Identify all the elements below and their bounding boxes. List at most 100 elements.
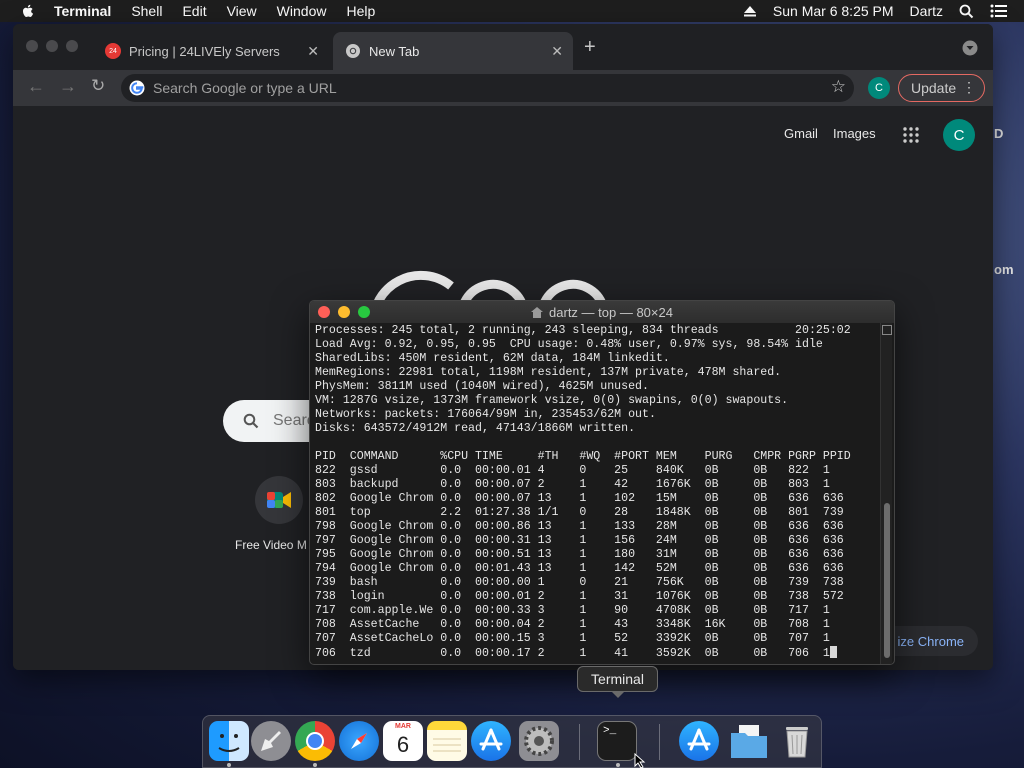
- terminal-line: 717 com.apple.We 0.0 00:00.33 3 1 90 470…: [315, 604, 830, 617]
- browser-toolbar: ← → ↻ Search Google or type a URL ☆ C Up…: [13, 70, 993, 106]
- tab-close-icon[interactable]: ✕: [551, 43, 563, 60]
- chrome-app-icon[interactable]: [295, 721, 335, 761]
- spotlight-search-icon[interactable]: [959, 4, 974, 19]
- terminal-line: 798 Google Chrom 0.0 00:00.86 13 1 133 2…: [315, 520, 844, 533]
- chrome-favicon-icon: [346, 44, 360, 58]
- menu-app-name[interactable]: Terminal: [54, 3, 111, 19]
- control-center-icon[interactable]: [990, 4, 1008, 18]
- scroll-up-icon[interactable]: [882, 325, 892, 335]
- dock: MAR 6 >_: [202, 715, 822, 768]
- menubar-datetime[interactable]: Sun Mar 6 8:25 PM: [773, 3, 894, 19]
- terminal-scrollbar[interactable]: [880, 323, 892, 664]
- terminal-app-icon[interactable]: >_: [597, 721, 637, 761]
- scrollbar-thumb[interactable]: [884, 503, 890, 658]
- omnibox[interactable]: Search Google or type a URL ☆: [121, 74, 854, 102]
- safari-icon[interactable]: [339, 721, 379, 761]
- apps-grid-icon[interactable]: [903, 127, 919, 143]
- back-arrow-icon[interactable]: ←: [27, 76, 45, 97]
- shortcut-label: Free Video M: [235, 538, 307, 552]
- calendar-day: 6: [396, 732, 410, 757]
- tab-search-chevron-icon[interactable]: [962, 40, 978, 56]
- dock-separator: [659, 724, 660, 760]
- google-meet-icon: [267, 492, 291, 508]
- menu-edit[interactable]: Edit: [182, 3, 206, 19]
- tab-title: Pricing | 24LIVEly Servers: [129, 43, 280, 59]
- terminal-line: SharedLibs: 450M resident, 62M data, 184…: [315, 352, 670, 365]
- calendar-icon[interactable]: MAR 6: [383, 721, 423, 761]
- terminal-close-button[interactable]: [318, 306, 330, 318]
- documents-folder-icon[interactable]: [729, 721, 769, 761]
- tab-pricing[interactable]: 24 Pricing | 24LIVEly Servers ✕: [93, 32, 329, 70]
- terminal-line: 803 backupd 0.0 00:00.07 2 1 42 1676K 0B…: [315, 478, 830, 491]
- finder-running-dot: [227, 763, 231, 767]
- update-label: Update: [911, 80, 957, 96]
- forward-arrow-icon[interactable]: →: [59, 76, 77, 97]
- terminal-line: VM: 1287G vsize, 1373M framework vsize, …: [315, 394, 789, 407]
- menu-shell[interactable]: Shell: [131, 3, 162, 19]
- terminal-line: 708 AssetCache 0.0 00:00.04 2 1 43 3348K…: [315, 618, 830, 631]
- calendar-month: MAR: [395, 723, 411, 730]
- tab-new-tab[interactable]: New Tab ✕: [333, 32, 573, 70]
- menubar-user[interactable]: Dartz: [910, 3, 943, 19]
- terminal-line: 795 Google Chrom 0.0 00:00.51 13 1 180 3…: [315, 548, 844, 561]
- terminal-line: 797 Google Chrom 0.0 00:00.31 13 1 156 2…: [315, 534, 844, 547]
- terminal-line: 802 Google Chrom 0.0 00:00.07 13 1 102 1…: [315, 492, 844, 505]
- finder-icon[interactable]: [209, 721, 249, 761]
- reload-icon[interactable]: ↻: [91, 76, 105, 96]
- terminal-window: dartz — top — 80×24 Processes: 245 total…: [309, 300, 895, 665]
- window-close-button[interactable]: [26, 40, 38, 52]
- apple-icon[interactable]: [20, 3, 36, 19]
- omnibox-placeholder: Search Google or type a URL: [153, 80, 337, 96]
- shortcut-tile[interactable]: [255, 476, 303, 524]
- dock-tooltip-label: Terminal: [591, 671, 644, 687]
- menu-help[interactable]: Help: [346, 3, 375, 19]
- terminal-minimize-button[interactable]: [338, 306, 350, 318]
- search-icon: [243, 413, 259, 429]
- terminal-line: 738 login 0.0 00:00.01 2 1 31 1076K 0B 0…: [315, 590, 844, 603]
- notes-icon[interactable]: [427, 721, 467, 761]
- terminal-title: dartz — top — 80×24: [549, 304, 673, 320]
- window-zoom-button[interactable]: [66, 40, 78, 52]
- terminal-line: Load Avg: 0.92, 0.95, 0.95 CPU usage: 0.…: [315, 338, 823, 351]
- menu-view[interactable]: View: [227, 3, 257, 19]
- terminal-line: 822 gssd 0.0 00:00.01 4 0 25 840K 0B 0B …: [315, 464, 830, 477]
- trash-icon[interactable]: [777, 721, 817, 761]
- terminal-cursor: [829, 646, 837, 658]
- window-minimize-button[interactable]: [46, 40, 58, 52]
- gmail-link[interactable]: Gmail: [784, 126, 818, 141]
- more-menu-icon[interactable]: ⋮: [962, 79, 976, 96]
- terminal-title-bar[interactable]: dartz — top — 80×24: [310, 301, 894, 323]
- bookmark-star-icon[interactable]: ☆: [831, 77, 846, 97]
- account-avatar[interactable]: C: [943, 119, 975, 151]
- terminal-zoom-button[interactable]: [358, 306, 370, 318]
- menu-window[interactable]: Window: [277, 3, 327, 19]
- system-preferences-icon[interactable]: [519, 721, 559, 761]
- dock-separator: [579, 724, 580, 760]
- terminal-line: 707 AssetCacheLo 0.0 00:00.15 3 1 52 339…: [315, 632, 830, 645]
- terminal-line: 739 bash 0.0 00:00.00 1 0 21 756K 0B 0B …: [315, 576, 844, 589]
- terminal-line: Disks: 643572/4912M read, 47143/1866M wr…: [315, 422, 636, 435]
- terminal-line: MemRegions: 22981 total, 1198M resident,…: [315, 366, 782, 379]
- profile-avatar[interactable]: C: [868, 77, 890, 99]
- dock-tooltip: Terminal: [577, 666, 658, 698]
- google-g-icon: [129, 80, 145, 96]
- terminal-running-dot: [616, 763, 620, 767]
- terminal-output[interactable]: Processes: 245 total, 2 running, 243 sle…: [315, 324, 878, 664]
- terminal-line: 706 tzd 0.0 00:00.17 2 1 41 3592K 0B 0B …: [315, 646, 878, 661]
- mouse-pointer-icon: [634, 753, 646, 768]
- applications-folder-icon[interactable]: [679, 721, 719, 761]
- menu-bar: Terminal Shell Edit View Window Help Sun…: [0, 0, 1024, 22]
- terminal-line: PID COMMAND %CPU TIME #TH #WQ #PORT MEM …: [315, 450, 851, 463]
- update-button[interactable]: Update ⋮: [898, 74, 985, 102]
- terminal-line: 801 top 2.2 01:27.38 1/1 0 28 1848K 0B 0…: [315, 506, 844, 519]
- images-link[interactable]: Images: [833, 126, 876, 141]
- terminal-prompt-icon: >_: [603, 725, 617, 737]
- eject-icon[interactable]: [743, 5, 757, 17]
- background-window-text: om: [994, 262, 1014, 277]
- new-tab-plus-icon[interactable]: +: [584, 36, 596, 59]
- tab-close-icon[interactable]: ✕: [307, 43, 319, 60]
- app-store-icon[interactable]: [471, 721, 511, 761]
- tab-title: New Tab: [369, 43, 420, 59]
- launchpad-icon[interactable]: [251, 721, 291, 761]
- terminal-line: 794 Google Chrom 0.0 00:01.43 13 1 142 5…: [315, 562, 844, 575]
